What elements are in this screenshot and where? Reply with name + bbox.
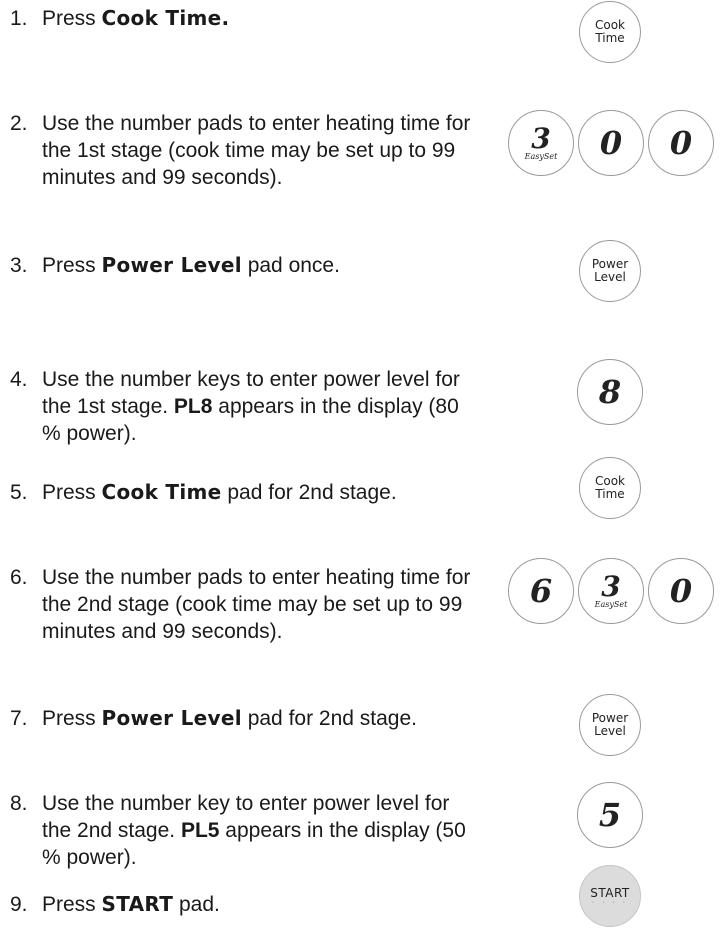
step-6: 6. Use the number pads to enter heating …	[10, 564, 480, 645]
number-pad-0[interactable]: 0	[648, 558, 714, 624]
step-text: pad for 2nd stage.	[241, 707, 417, 730]
number-pad-6[interactable]: 6	[508, 558, 574, 624]
step-text: Use the number pads to enter heating tim…	[42, 566, 471, 643]
number-pad-5[interactable]: 5	[577, 782, 643, 848]
step-8: 8. Use the number key to enter power lev…	[10, 790, 480, 871]
step-text: Press	[42, 7, 102, 30]
number-pad-0[interactable]: 0	[648, 110, 714, 176]
power-level-pad[interactable]: Power Level	[579, 694, 641, 756]
cook-time-pad[interactable]: Cook Time	[579, 457, 641, 519]
easyset-label: EasySet	[524, 152, 558, 161]
step-3: 3. Press Power Level pad once.	[10, 252, 480, 279]
keyword-power-level: Power Level	[101, 706, 242, 730]
step-1: 1. Press Cook Time.	[10, 5, 480, 32]
keyword-power-level: Power Level	[101, 253, 242, 277]
keyword-cook-time: Cook Time	[101, 480, 222, 504]
step-5: 5. Press Cook Time pad for 2nd stage.	[10, 479, 480, 506]
number-pad-3[interactable]: 3 EasySet	[578, 558, 644, 624]
step-7: 7. Press Power Level pad for 2nd stage.	[10, 705, 480, 732]
step-text: pad once.	[241, 254, 340, 277]
power-level-pad[interactable]: Power Level	[579, 240, 641, 302]
number-pad-8[interactable]: 8	[577, 359, 643, 425]
start-pad[interactable]: START · · · ·	[579, 865, 641, 927]
easyset-label: EasySet	[594, 600, 628, 609]
step-number: 3.	[10, 254, 28, 277]
step-text: pad.	[173, 893, 220, 916]
step-number: 6.	[10, 566, 28, 589]
start-dots-icon: · · · ·	[591, 898, 629, 906]
step-text: Press	[42, 254, 102, 277]
display-code-pl5: PL5	[180, 819, 220, 842]
keyword-start: START	[101, 892, 174, 916]
keyword-cook-time: Cook Time.	[101, 6, 230, 30]
step-text: pad for 2nd stage.	[221, 481, 397, 504]
step-2: 2. Use the number pads to enter heating …	[10, 110, 480, 191]
step-9: 9. Press START pad.	[10, 891, 480, 918]
step-text: Press	[42, 707, 102, 730]
step-4: 4. Use the number keys to enter power le…	[10, 366, 480, 447]
step-number: 7.	[10, 707, 28, 730]
step-number: 8.	[10, 792, 28, 815]
step-number: 1.	[10, 7, 28, 30]
step-text: Press	[42, 893, 102, 916]
step-number: 4.	[10, 368, 28, 391]
display-code-pl8: PL8	[173, 395, 213, 418]
cook-time-pad[interactable]: Cook Time	[579, 1, 641, 63]
step-text: Use the number pads to enter heating tim…	[42, 112, 471, 189]
step-number: 9.	[10, 893, 28, 916]
step-text: Press	[42, 481, 102, 504]
step-number: 5.	[10, 481, 28, 504]
number-pad-0[interactable]: 0	[578, 110, 644, 176]
step-number: 2.	[10, 112, 28, 135]
number-pad-3[interactable]: 3 EasySet	[508, 110, 574, 176]
